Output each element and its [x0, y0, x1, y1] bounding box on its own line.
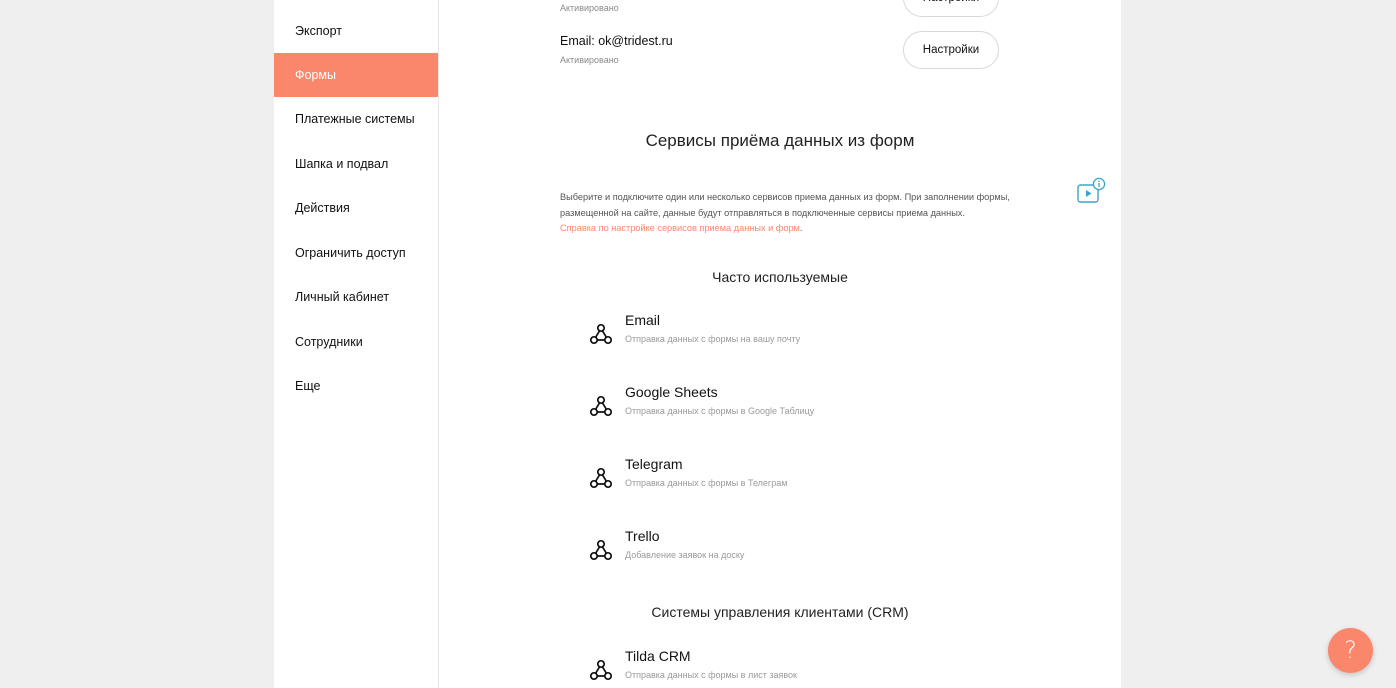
- service-name: Trello: [625, 528, 660, 544]
- services-section-title: Сервисы приёма данных из форм: [645, 131, 915, 150]
- service-description: Отправка данных с формы в Google Таблицу: [625, 406, 815, 416]
- webhook-icon: [589, 323, 613, 345]
- service-google-sheets[interactable]: Google Sheets Отправка данных с формы в …: [589, 384, 1029, 430]
- description-text: Выберите и подключите один или несколько…: [560, 192, 1010, 218]
- service-description: Отправка данных с формы в Телеграм: [625, 478, 788, 488]
- sidebar-item-employees[interactable]: Сотрудники: [274, 320, 438, 364]
- service-telegram[interactable]: Telegram Отправка данных с формы в Телег…: [589, 456, 1029, 502]
- sidebar-item-actions[interactable]: Действия: [274, 186, 438, 230]
- group-title-crm: Системы управления клиентами (CRM): [651, 604, 909, 620]
- account-settings-button[interactable]: Настройки: [903, 31, 999, 69]
- sidebar-item-payment-systems[interactable]: Платежные системы: [274, 97, 438, 141]
- webhook-icon: [589, 539, 613, 561]
- settings-sidebar: Экспорт Формы Платежные системы Шапка и …: [274, 0, 439, 688]
- service-trello[interactable]: Trello Добавление заявок на доску: [589, 528, 1029, 574]
- service-email[interactable]: Email Отправка данных с формы на вашу по…: [589, 312, 1029, 358]
- service-description: Отправка данных с формы в лист заявок: [625, 670, 797, 680]
- account-settings-button[interactable]: Настройки: [903, 0, 999, 17]
- webhook-icon: [589, 659, 613, 681]
- service-description: Отправка данных с формы на вашу почту: [625, 334, 801, 344]
- sidebar-item-personal-account[interactable]: Личный кабинет: [274, 275, 438, 319]
- forms-content: Активировано Настройки Email: ok@tridest…: [439, 0, 1121, 688]
- account-status: Активировано: [560, 55, 619, 65]
- service-name: Telegram: [625, 456, 683, 472]
- account-email: Email: ok@tridest.ru: [560, 34, 673, 48]
- service-tilda-crm[interactable]: Tilda CRM Отправка данных с формы в лист…: [589, 648, 1029, 688]
- help-button[interactable]: ?: [1328, 628, 1373, 673]
- sidebar-item-header-footer[interactable]: Шапка и подвал: [274, 142, 438, 186]
- service-name: Email: [625, 312, 661, 328]
- service-description: Добавление заявок на доску: [625, 550, 745, 560]
- sidebar-item-export[interactable]: Экспорт: [274, 9, 438, 53]
- group-title-frequent: Часто используемые: [712, 269, 848, 285]
- sidebar-item-forms[interactable]: Формы: [274, 53, 438, 97]
- webhook-icon: [589, 467, 613, 489]
- services-description: Выберите и подключите один или несколько…: [560, 190, 1010, 237]
- sidebar-item-restrict-access[interactable]: Ограничить доступ: [274, 231, 438, 275]
- help-link-suffix: .: [799, 223, 803, 234]
- webhook-icon: [589, 395, 613, 417]
- help-link[interactable]: Справка по настройке сервисов приема дан…: [560, 223, 800, 233]
- settings-panel: Экспорт Формы Платежные системы Шапка и …: [274, 0, 1121, 688]
- video-info-icon[interactable]: [1076, 177, 1106, 205]
- sidebar-item-more[interactable]: Еще: [274, 364, 438, 408]
- account-status: Активировано: [560, 3, 619, 13]
- service-name: Google Sheets: [625, 384, 718, 400]
- service-name: Tilda CRM: [625, 648, 691, 664]
